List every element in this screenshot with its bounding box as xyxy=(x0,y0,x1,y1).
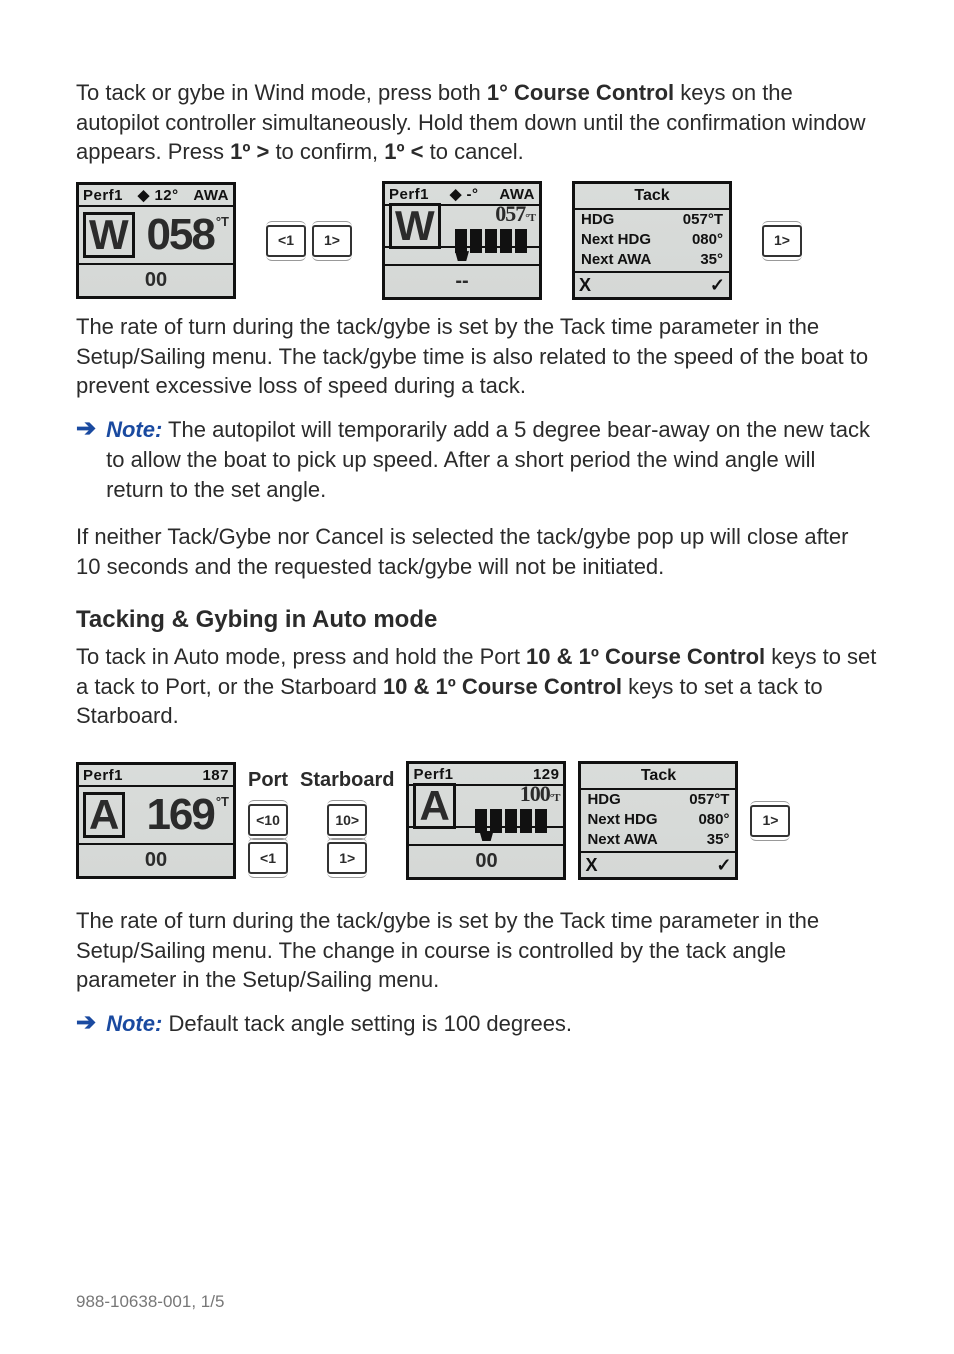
lcd-sub-value: -- xyxy=(385,264,539,297)
page-footer: 988-10638-001, 1/5 xyxy=(76,1291,224,1314)
key-10-port[interactable]: <10 xyxy=(248,804,288,836)
lcd-mode-indicator: W xyxy=(83,212,135,258)
lcd-display-auto-before: Perf1 187 A 169 °T 00 xyxy=(76,762,236,879)
rate-of-turn-auto-paragraph: The rate of turn during the tack/gybe is… xyxy=(76,906,878,995)
tack-popup: Tack HDG 057°T Next HDG 080° Next AWA 35° X… xyxy=(578,761,738,880)
lcd-heading-value: 057°T xyxy=(447,199,535,229)
tack-row-label: Next AWA xyxy=(587,830,657,850)
key-1-port[interactable]: <1 xyxy=(266,225,306,257)
lcd-display-auto-during: Perf1 129 A 100°T 00 xyxy=(406,761,566,880)
lcd-label: Perf1 xyxy=(83,186,123,206)
key-1-confirm[interactable]: 1> xyxy=(762,225,802,257)
note-label: Note: xyxy=(106,1011,162,1036)
lcd-sub-value: 00 xyxy=(79,263,233,296)
tack-row-value: 080° xyxy=(698,810,729,830)
port-key-column: Port <10 <1 xyxy=(248,767,288,874)
tack-row-label: HDG xyxy=(581,210,614,230)
tack-row-value: 35° xyxy=(700,250,723,270)
note-text: Default tack angle setting is 100 degree… xyxy=(168,1011,572,1036)
tack-confirm-icon[interactable]: ✓ xyxy=(710,273,725,297)
text: to confirm, xyxy=(275,139,384,164)
lcd-top-value: 187 xyxy=(202,766,229,786)
note-block: ➔ Note: Default tack angle setting is 10… xyxy=(76,1009,878,1039)
text-bold: 1º < xyxy=(384,139,423,164)
text: To tack or gybe in Wind mode, press both xyxy=(76,80,487,105)
figure-row-wind-mode: Perf1 ◆ 12° AWA W 058 °T 00 <1 1> Perf1 … xyxy=(76,181,878,300)
tack-row-value: 35° xyxy=(707,830,730,850)
text-bold: 10 & 1º Course Control xyxy=(383,674,622,699)
text: To tack in Auto mode, press and hold the… xyxy=(76,644,526,669)
key-1-confirm[interactable]: 1> xyxy=(750,805,790,837)
tack-popup-title: Tack xyxy=(575,184,729,210)
lcd-awa-value: ◆ 12° xyxy=(123,186,193,206)
text-bold: 1° Course Control xyxy=(487,80,674,105)
lcd-heading-value: 100°T xyxy=(462,779,560,809)
port-label: Port xyxy=(248,767,288,794)
tack-cancel-icon[interactable]: X xyxy=(579,273,591,297)
key-1-port[interactable]: <1 xyxy=(248,842,288,874)
key-pair-course-control: <1 1> xyxy=(266,225,352,257)
rate-of-turn-paragraph: The rate of turn during the tack/gybe is… xyxy=(76,312,878,401)
lcd-heading-value: 058 xyxy=(141,213,214,257)
lcd-mode-indicator: A xyxy=(83,792,125,838)
cancel-timeout-paragraph: If neither Tack/Gybe nor Cancel is selec… xyxy=(76,522,878,581)
key-10-starboard[interactable]: 10> xyxy=(327,804,367,836)
lcd-heading-value: 169 xyxy=(131,793,214,837)
lcd-label: Perf1 xyxy=(83,766,123,786)
starboard-label: Starboard xyxy=(300,767,394,794)
intro-paragraph: To tack or gybe in Wind mode, press both… xyxy=(76,78,878,167)
auto-mode-paragraph: To tack in Auto mode, press and hold the… xyxy=(76,642,878,731)
text-bold: 1º > xyxy=(230,139,269,164)
key-1-starboard[interactable]: 1> xyxy=(327,842,367,874)
note-label: Note: xyxy=(106,417,162,442)
tack-popup: Tack HDG 057°T Next HDG 080° Next AWA 35° X… xyxy=(572,181,732,300)
tack-row-value: 057°T xyxy=(683,210,723,230)
tack-row-value: 080° xyxy=(692,230,723,250)
lcd-rudder-bar xyxy=(409,826,563,844)
lcd-rudder-bar xyxy=(385,246,539,264)
tack-row-label: Next HDG xyxy=(587,810,657,830)
tack-popup-title: Tack xyxy=(581,764,735,790)
lcd-unit: °T xyxy=(216,213,229,231)
tack-cancel-icon[interactable]: X xyxy=(585,853,597,877)
note-block: ➔ Note: The autopilot will temporarily a… xyxy=(76,415,878,504)
text-bold: 10 & 1º Course Control xyxy=(526,644,765,669)
lcd-label: AWA xyxy=(193,186,229,206)
lcd-display-wind-during: Perf1 ◆ -° AWA W 057°T -- xyxy=(382,181,542,300)
tack-row-label: HDG xyxy=(587,790,620,810)
section-heading-auto-mode: Tacking & Gybing in Auto mode xyxy=(76,604,878,636)
lcd-mode-indicator: A xyxy=(413,783,455,829)
note-arrow-icon: ➔ xyxy=(76,1009,96,1038)
lcd-mode-indicator: W xyxy=(389,203,441,249)
lcd-unit: °T xyxy=(216,793,229,811)
tack-row-label: Next AWA xyxy=(581,250,651,270)
lcd-sub-value: 00 xyxy=(409,844,563,877)
note-arrow-icon: ➔ xyxy=(76,415,96,444)
key-1-starboard[interactable]: 1> xyxy=(312,225,352,257)
tack-confirm-icon[interactable]: ✓ xyxy=(716,853,731,877)
note-text: The autopilot will temporarily add a 5 d… xyxy=(106,417,870,501)
tack-row-label: Next HDG xyxy=(581,230,651,250)
figure-row-auto-mode: Perf1 187 A 169 °T 00 Port <10 <1 Starbo… xyxy=(76,761,878,880)
text: to cancel. xyxy=(430,139,524,164)
tack-row-value: 057°T xyxy=(689,790,729,810)
lcd-sub-value: 00 xyxy=(79,843,233,876)
starboard-key-column: Starboard 10> 1> xyxy=(300,767,394,874)
lcd-display-wind-before: Perf1 ◆ 12° AWA W 058 °T 00 xyxy=(76,182,236,299)
